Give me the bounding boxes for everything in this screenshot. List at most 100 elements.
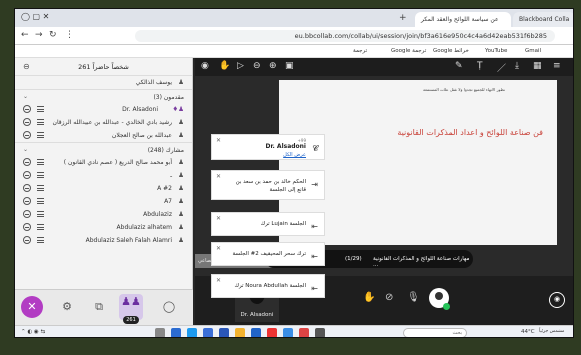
- chat-icon[interactable]: ◯: [161, 299, 177, 315]
- options-icon[interactable]: [23, 118, 31, 126]
- text-tool-icon[interactable]: Ṭ: [477, 61, 483, 71]
- menu-icon[interactable]: [37, 224, 44, 230]
- options-icon[interactable]: [23, 223, 31, 231]
- video-tile-name: Dr. Alsadoni: [240, 312, 274, 318]
- options-icon[interactable]: [23, 131, 31, 139]
- list-item[interactable]: رشيد بادي الخالدي - عبدالله بن عبيدالله …: [15, 116, 192, 129]
- options-icon[interactable]: [23, 236, 31, 244]
- person-icon: ♟: [178, 158, 184, 166]
- bookmark-item[interactable]: ترجمة: [353, 48, 367, 54]
- participants-section-header[interactable]: ⌄ مشارك (248): [15, 142, 192, 156]
- app-icon[interactable]: [251, 328, 261, 337]
- list-item[interactable]: Dr. Alsadoni ♦♟: [15, 103, 192, 116]
- options-icon[interactable]: [23, 197, 31, 205]
- record-icon[interactable]: ◉: [201, 61, 209, 71]
- bookmark-item[interactable]: YouTube: [485, 48, 507, 54]
- notification-card[interactable]: ✕ ⇥ الحكم خالد بن حمد بن سعد بن قانع إلى…: [211, 170, 325, 200]
- menu-icon[interactable]: [37, 211, 44, 217]
- url-input[interactable]: eu.bbcollab.com/collab/ui/session/join/b…: [135, 30, 555, 42]
- close-panel-button[interactable]: ✕: [21, 296, 43, 318]
- bookmark-item[interactable]: Google خرائط: [433, 48, 469, 54]
- pointer-icon[interactable]: ▷: [237, 61, 244, 71]
- close-icon[interactable]: ✕: [216, 173, 221, 180]
- app-icon[interactable]: [267, 328, 277, 337]
- hand-raise-icon[interactable]: ✋: [363, 292, 375, 303]
- bookmark-item[interactable]: Gmail: [525, 48, 541, 54]
- notification-card[interactable]: ✕ ⇤ ترك سحر المحيقيف 2# الجلسة: [211, 242, 325, 266]
- mic-off-icon[interactable]: 🎙: [407, 292, 420, 303]
- fit-screen-icon[interactable]: ▣: [285, 61, 294, 71]
- zoom-out-icon[interactable]: ⊖: [253, 61, 261, 71]
- list-item[interactable]: A #2 ♟: [15, 182, 192, 195]
- leave-icon: ⇤: [311, 252, 318, 261]
- close-icon[interactable]: ✕: [216, 137, 221, 144]
- pan-hand-icon[interactable]: ✋: [219, 61, 230, 71]
- presenters-section-header[interactable]: ⌄ مقدمون (3): [15, 89, 192, 103]
- list-item[interactable]: يوسف الذالكي ♟: [15, 76, 192, 89]
- join-icon: ⇥: [311, 180, 318, 189]
- menu-icon[interactable]: [37, 119, 44, 125]
- list-item[interactable]: Abdulaziz ♟: [15, 208, 192, 221]
- app-icon[interactable]: [315, 328, 325, 337]
- session-menu-button[interactable]: ◉: [549, 292, 565, 308]
- close-icon[interactable]: ✕: [216, 215, 221, 222]
- line-tool-icon[interactable]: ／: [497, 61, 506, 74]
- list-item[interactable]: ( عصم نادي القانون ) أبو محمد صالح الدري…: [15, 156, 192, 169]
- close-icon[interactable]: ✕: [216, 245, 221, 252]
- pen-icon[interactable]: ✎: [455, 61, 463, 71]
- forward-icon[interactable]: →: [35, 30, 43, 40]
- menu-icon[interactable]: ≡: [553, 61, 561, 71]
- options-icon[interactable]: [23, 158, 31, 166]
- close-icon[interactable]: ✕: [216, 277, 221, 284]
- bookmark-item[interactable]: Google ترجمة: [391, 48, 426, 54]
- download-icon[interactable]: ⤓: [515, 61, 519, 71]
- menu-icon[interactable]: [37, 185, 44, 191]
- person-icon: ♟: [178, 184, 184, 192]
- zoom-in-icon[interactable]: ⊕: [269, 61, 277, 71]
- taskbar-search-input[interactable]: بحث: [403, 328, 467, 337]
- extensions-icon[interactable]: ⋮: [65, 30, 74, 40]
- new-tab-icon[interactable]: +: [399, 13, 407, 23]
- grid-icon[interactable]: ▦: [533, 61, 542, 71]
- chevron-down-icon: ⌄: [23, 146, 29, 153]
- list-item[interactable]: Abdulaziz Saleh Falah Alamri ♟: [15, 234, 192, 247]
- app-icon[interactable]: [219, 328, 229, 337]
- list-item[interactable]: ـ ♟: [15, 169, 192, 182]
- back-icon[interactable]: ⊖: [23, 62, 30, 71]
- notification-card[interactable]: ✕ ⇤ ترك Noura Abdullah الجلسة: [211, 274, 325, 298]
- list-item[interactable]: A7 ♟: [15, 195, 192, 208]
- chevron-down-icon: ⌄: [23, 93, 29, 100]
- file-explorer-icon[interactable]: [235, 328, 245, 337]
- monitor-screen: ◯ ▢ ✕ + عن سياسة اللوائح والعقد المكر Bl…: [14, 8, 574, 338]
- camera-off-icon[interactable]: ⊘: [385, 292, 393, 303]
- menu-icon[interactable]: [37, 132, 44, 138]
- list-item[interactable]: عبدالله بن صالح العجلان ♟: [15, 129, 192, 142]
- tray-icons[interactable]: ⌃ ◐ ◉ ⇆: [21, 329, 45, 335]
- options-icon[interactable]: [23, 105, 31, 113]
- view-all-link[interactable]: عرض الكل: [283, 152, 306, 158]
- share-content-icon[interactable]: ⧉: [91, 299, 107, 315]
- app-icon[interactable]: [187, 328, 197, 337]
- settings-icon[interactable]: ⚙: [59, 299, 75, 315]
- menu-icon[interactable]: [37, 172, 44, 178]
- window-controls-icon[interactable]: ◯ ▢ ✕: [21, 12, 49, 21]
- notification-card[interactable]: ✕ 𝓒 Dr. Alsadoni عرض الكل +99: [211, 134, 325, 160]
- app-icon[interactable]: [171, 328, 181, 337]
- menu-icon[interactable]: [37, 198, 44, 204]
- app-icon[interactable]: [155, 328, 165, 337]
- options-icon[interactable]: [23, 184, 31, 192]
- tab-blackboard[interactable]: Blackboard Colla: [513, 12, 573, 27]
- menu-icon[interactable]: [37, 106, 44, 112]
- list-item[interactable]: Abdulaziz alhatem ♟: [15, 221, 192, 234]
- edge-icon[interactable]: [283, 328, 293, 337]
- tab-session-title[interactable]: عن سياسة اللوائح والعقد المكر: [415, 12, 511, 27]
- options-icon[interactable]: [23, 171, 31, 179]
- back-icon[interactable]: ←: [21, 30, 29, 40]
- menu-icon[interactable]: [37, 159, 44, 165]
- options-icon[interactable]: [23, 210, 31, 218]
- app-icon[interactable]: [203, 328, 213, 337]
- notification-card[interactable]: ✕ ⇤ ترك Lujain الجلسة: [211, 212, 325, 236]
- reload-icon[interactable]: ↻: [49, 30, 57, 40]
- chrome-icon[interactable]: [299, 328, 309, 337]
- menu-icon[interactable]: [37, 237, 44, 243]
